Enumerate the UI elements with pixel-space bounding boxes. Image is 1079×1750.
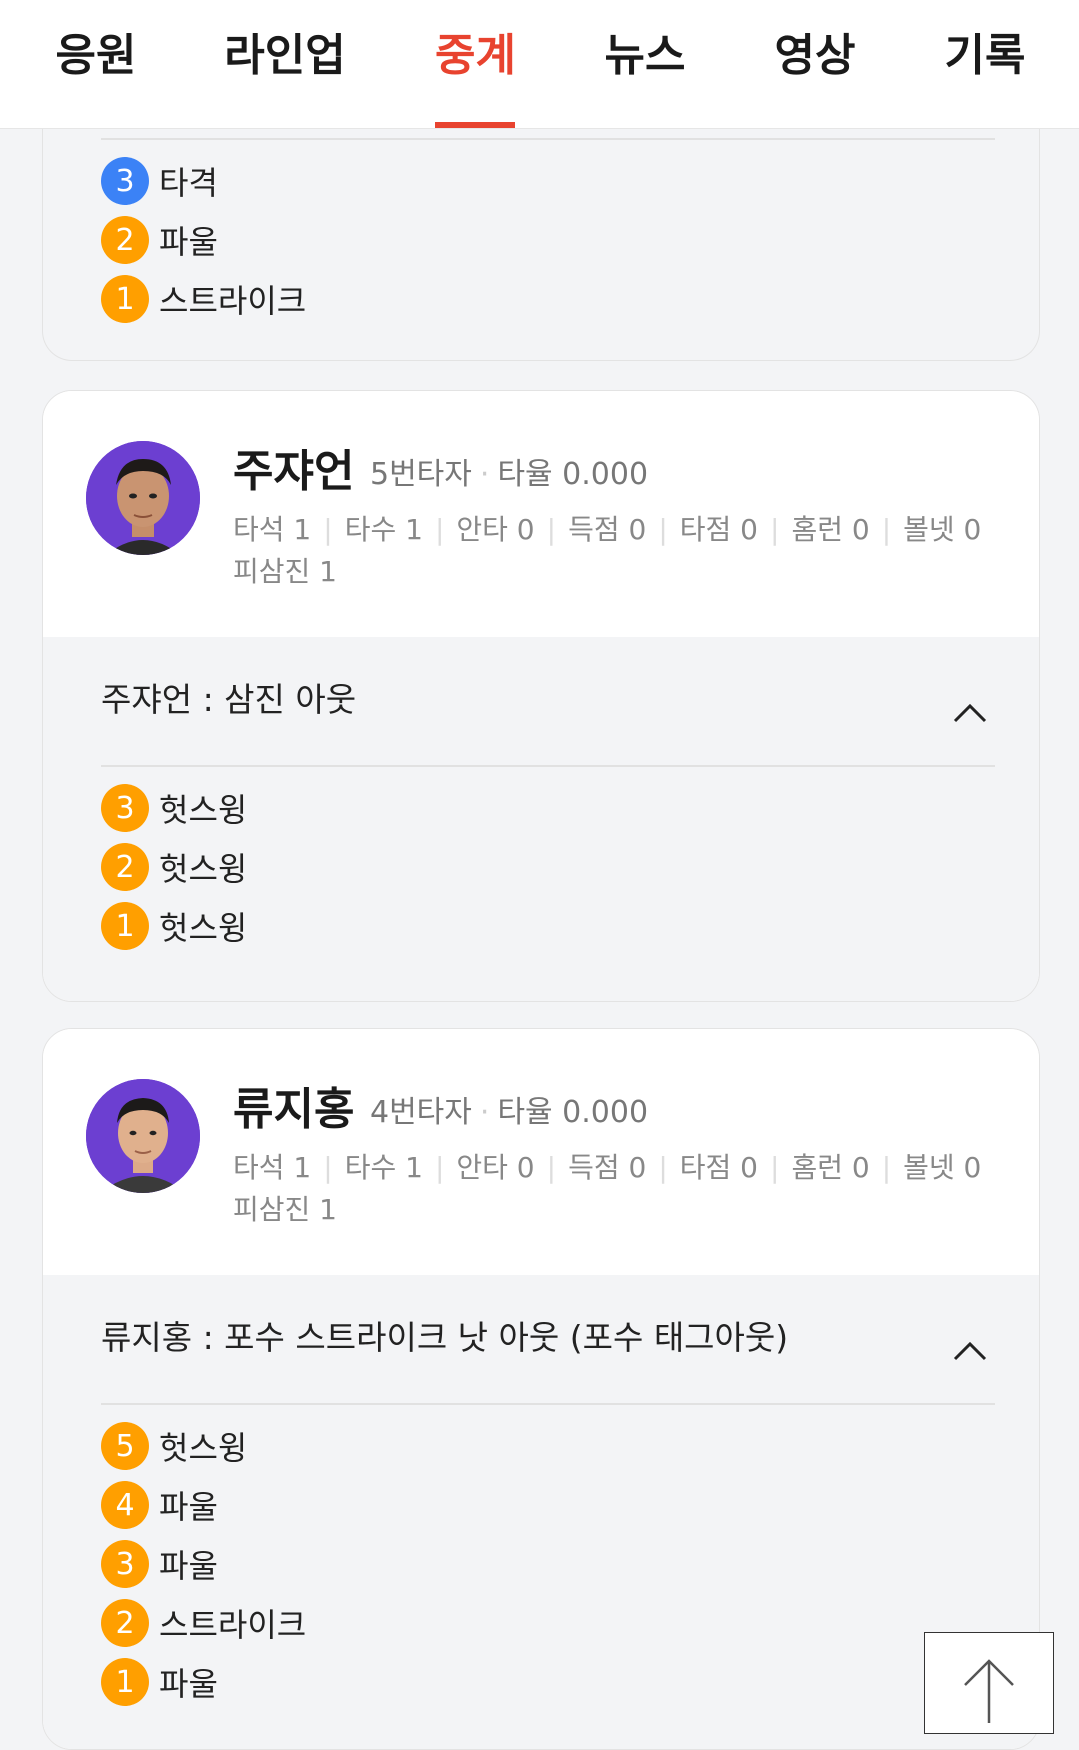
scroll-to-top-button[interactable] bbox=[924, 1632, 1054, 1734]
play-detail-section: 류지홍 : 포수 스트라이크 낫 아웃 (포수 태그아웃) 5 헛스윙 4 파울… bbox=[43, 1275, 1039, 1749]
tab-lineup[interactable]: 라인업 bbox=[224, 0, 345, 128]
pitch-number-badge: 2 bbox=[101, 1599, 149, 1647]
tab-broadcast[interactable]: 중계 bbox=[435, 0, 516, 128]
pitch-label: 파울 bbox=[159, 1547, 218, 1585]
pitch-label: 파울 bbox=[159, 1488, 218, 1526]
batter-card: 류지홍 4번타자 · 타율 0.000 타석 1 | 타수 1 | 안타 0 | 득점 0 | 타점… bbox=[42, 1028, 1040, 1750]
divider bbox=[101, 1403, 995, 1405]
pitch-label: 스트라이크 bbox=[159, 282, 307, 320]
pitch-label: 타격 bbox=[159, 164, 218, 202]
play-result-title: 주쟈언 : 삼진 아웃 bbox=[101, 680, 357, 719]
tab-records[interactable]: 기록 bbox=[945, 0, 1026, 128]
tab-cheer[interactable]: 응원 bbox=[56, 0, 137, 128]
pitch-item: 3 타격 bbox=[101, 156, 218, 206]
batter-order-avg: 5번타자 · 타율 0.000 bbox=[370, 457, 649, 492]
batter-header: 류지홍 4번타자 · 타율 0.000 타석 1 | 타수 1 | 안타 0 | 득점 0 | 타점… bbox=[43, 1029, 1039, 1275]
arrow-up-icon bbox=[964, 1659, 1014, 1723]
pitch-label: 파울 bbox=[159, 223, 218, 261]
batter-order-avg: 4번타자 · 타율 0.000 bbox=[370, 1095, 649, 1130]
play-detail-section: 주쟈언 : 삼진 아웃 3 헛스윙 2 헛스윙 1 헛스윙 bbox=[43, 637, 1039, 1001]
pitch-item: 1 헛스윙 bbox=[101, 901, 247, 951]
pitch-item: 2 스트라이크 bbox=[101, 1598, 306, 1648]
pitch-label: 스트라이크 bbox=[159, 1606, 307, 1644]
play-result-title: 류지홍 : 포수 스트라이크 낫 아웃 (포수 태그아웃) bbox=[101, 1318, 789, 1357]
pitch-item: 4 파울 bbox=[101, 1480, 218, 1530]
divider bbox=[101, 138, 995, 140]
pitch-number-badge: 5 bbox=[101, 1422, 149, 1470]
batter-stats: 타석 1 | 타수 1 | 안타 0 | 득점 0 | 타점 0 | 홈런 0 | 볼넷 0 피삼진 1 bbox=[233, 1151, 982, 1226]
pitch-number-badge: 4 bbox=[101, 1481, 149, 1529]
pitch-item: 5 헛스윙 bbox=[101, 1421, 247, 1471]
previous-play-card: 3 타격 2 파울 1 스트라이크 bbox=[42, 110, 1040, 361]
batter-avatar bbox=[86, 1079, 200, 1193]
pitch-number-badge: 2 bbox=[101, 843, 149, 891]
pitch-label: 헛스윙 bbox=[159, 1429, 248, 1467]
tab-news[interactable]: 뉴스 bbox=[605, 0, 686, 128]
pitch-item: 3 헛스윙 bbox=[101, 783, 247, 833]
pitch-label: 헛스윙 bbox=[159, 791, 248, 829]
divider bbox=[101, 765, 995, 767]
batter-card: 주쟈언 5번타자 · 타율 0.000 타석 1 | 타수 1 | 안타 0 | 득점 0 | 타점… bbox=[42, 390, 1040, 1002]
pitch-label: 헛스윙 bbox=[159, 850, 248, 888]
pitch-item: 3 파울 bbox=[101, 1539, 218, 1589]
pitch-item: 1 스트라이크 bbox=[101, 274, 306, 324]
pitch-label: 헛스윙 bbox=[159, 909, 248, 947]
top-tab-bar: 응원 라인업 중계 뉴스 영상 기록 bbox=[0, 0, 1079, 129]
pitch-number-badge: 3 bbox=[101, 784, 149, 832]
chevron-up-icon[interactable] bbox=[953, 1333, 987, 1367]
pitch-item: 2 파울 bbox=[101, 215, 218, 265]
batter-stats: 타석 1 | 타수 1 | 안타 0 | 득점 0 | 타점 0 | 홈런 0 | 볼넷 0 피삼진 1 bbox=[233, 513, 982, 588]
tab-video[interactable]: 영상 bbox=[775, 0, 856, 128]
pitch-number-badge: 1 bbox=[101, 275, 149, 323]
pitch-item: 1 파울 bbox=[101, 1657, 218, 1707]
pitch-number-badge: 1 bbox=[101, 1658, 149, 1706]
batter-name: 류지홍 bbox=[233, 1084, 355, 1135]
active-tab-underline bbox=[435, 122, 515, 128]
pitch-number-badge: 1 bbox=[101, 902, 149, 950]
batter-name: 주쟈언 bbox=[233, 446, 355, 497]
chevron-up-icon[interactable] bbox=[953, 695, 987, 729]
pitch-label: 파울 bbox=[159, 1665, 218, 1703]
pitch-number-badge: 2 bbox=[101, 216, 149, 264]
pitch-number-badge: 3 bbox=[101, 157, 149, 205]
batter-avatar bbox=[86, 441, 200, 555]
pitch-item: 2 헛스윙 bbox=[101, 842, 247, 892]
batter-header: 주쟈언 5번타자 · 타율 0.000 타석 1 | 타수 1 | 안타 0 | 득점 0 | 타점… bbox=[43, 391, 1039, 637]
pitch-number-badge: 3 bbox=[101, 1540, 149, 1588]
